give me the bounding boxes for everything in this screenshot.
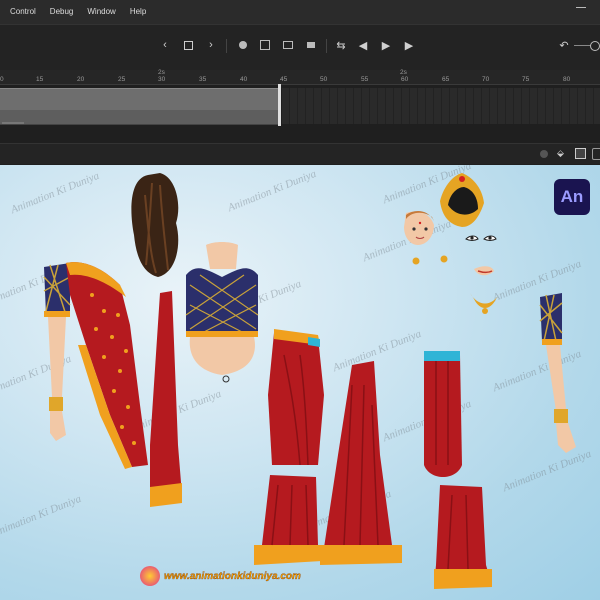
necklace-piece[interactable] bbox=[470, 293, 500, 314]
window-minimize-icon[interactable] bbox=[576, 7, 586, 8]
next-keyframe-icon[interactable]: › bbox=[203, 37, 219, 53]
playhead[interactable] bbox=[278, 84, 281, 126]
ruler-label: 15 bbox=[36, 76, 44, 83]
edit-multiple-frames-icon[interactable] bbox=[257, 37, 273, 53]
menu-control[interactable]: Control bbox=[0, 0, 43, 24]
ruler-label: 50 bbox=[320, 76, 328, 83]
ruler-label: 65 bbox=[442, 76, 450, 83]
right-arm-piece[interactable] bbox=[539, 293, 576, 453]
undo-icon[interactable]: ↶ bbox=[556, 37, 572, 53]
step-back-icon[interactable]: ◀︎ bbox=[355, 37, 371, 53]
camera-icon[interactable] bbox=[303, 37, 319, 53]
saree-long-pleat-piece[interactable] bbox=[320, 361, 402, 565]
saree-skirt-top-piece[interactable] bbox=[268, 329, 324, 466]
ruler-label: 70 bbox=[482, 76, 490, 83]
animate-logo: An bbox=[554, 179, 590, 215]
ruler-label: 60 bbox=[401, 76, 409, 83]
step-forward-icon[interactable]: ▶︎ bbox=[401, 37, 417, 53]
saree-skirt-bottom-piece[interactable] bbox=[254, 475, 322, 565]
insert-keyframe-icon[interactable] bbox=[180, 37, 196, 53]
ruler-label: 20 bbox=[77, 76, 85, 83]
torso-blouse-piece[interactable] bbox=[185, 242, 259, 383]
ruler-label: 75 bbox=[522, 76, 530, 83]
scene-icon[interactable] bbox=[540, 150, 548, 158]
layer-frames-span[interactable] bbox=[0, 88, 280, 112]
ruler-label: 30 bbox=[158, 76, 166, 83]
menu-window[interactable]: Window bbox=[80, 0, 122, 24]
paint-bucket-icon[interactable]: ⬙ bbox=[557, 148, 567, 158]
saree-hem-panel-piece[interactable] bbox=[434, 485, 492, 589]
clip-canvas-icon[interactable] bbox=[575, 148, 586, 159]
ruler-label: 35 bbox=[199, 76, 207, 83]
brand-logo-icon bbox=[140, 566, 160, 586]
mouth-piece[interactable] bbox=[474, 266, 494, 276]
hair-piece[interactable] bbox=[131, 173, 179, 277]
timeline-toolbar: ‹ › ⇆ ◀︎ ▶ ▶︎ ↶ bbox=[0, 24, 600, 71]
frame-ruler[interactable]: 2s 2s 0 15 20 25 30 35 40 45 50 55 60 65… bbox=[0, 69, 600, 85]
brand-url[interactable]: www.animationkiduniya.com bbox=[164, 570, 301, 581]
prev-keyframe-icon[interactable]: ‹ bbox=[157, 37, 173, 53]
timeline-scrollbar[interactable] bbox=[2, 122, 24, 124]
empty-frames-area[interactable] bbox=[282, 88, 600, 124]
loop-icon[interactable]: ⇆ bbox=[333, 37, 349, 53]
left-arm-piece[interactable] bbox=[43, 263, 71, 441]
zoom-slider-knob[interactable] bbox=[590, 41, 600, 51]
layer-frames-span[interactable] bbox=[0, 110, 280, 125]
saree-front-panel-piece[interactable] bbox=[424, 351, 462, 477]
pallu-drape-piece[interactable] bbox=[66, 262, 182, 507]
onion-skin-icon[interactable] bbox=[235, 37, 251, 53]
earrings-piece[interactable] bbox=[412, 255, 448, 265]
ruler-label: 45 bbox=[280, 76, 288, 83]
stage-artwork bbox=[43, 173, 576, 589]
menu-help[interactable]: Help bbox=[123, 0, 153, 24]
menu-bar: Control Debug Window Help bbox=[0, 0, 600, 24]
ruler-label: 0 bbox=[0, 76, 4, 83]
time-marker: 2s bbox=[158, 69, 165, 76]
crown-piece[interactable] bbox=[440, 173, 484, 227]
ruler-label: 80 bbox=[563, 76, 571, 83]
center-frame-icon[interactable] bbox=[280, 37, 296, 53]
fit-stage-icon[interactable] bbox=[592, 148, 600, 160]
stage-canvas[interactable]: Animation Ki Duniya Animation Ki Duniya … bbox=[0, 165, 600, 600]
brand-footer: www.animationkiduniya.com bbox=[140, 566, 301, 586]
eyes-piece[interactable] bbox=[465, 235, 497, 241]
stage-toolbar: ⬙ bbox=[0, 143, 600, 164]
ruler-label: 55 bbox=[361, 76, 369, 83]
face-piece[interactable] bbox=[404, 211, 434, 245]
menu-debug[interactable]: Debug bbox=[43, 0, 81, 24]
play-icon[interactable]: ▶ bbox=[378, 37, 394, 53]
ruler-label: 40 bbox=[240, 76, 248, 83]
time-marker: 2s bbox=[400, 69, 407, 76]
ruler-label: 25 bbox=[118, 76, 126, 83]
